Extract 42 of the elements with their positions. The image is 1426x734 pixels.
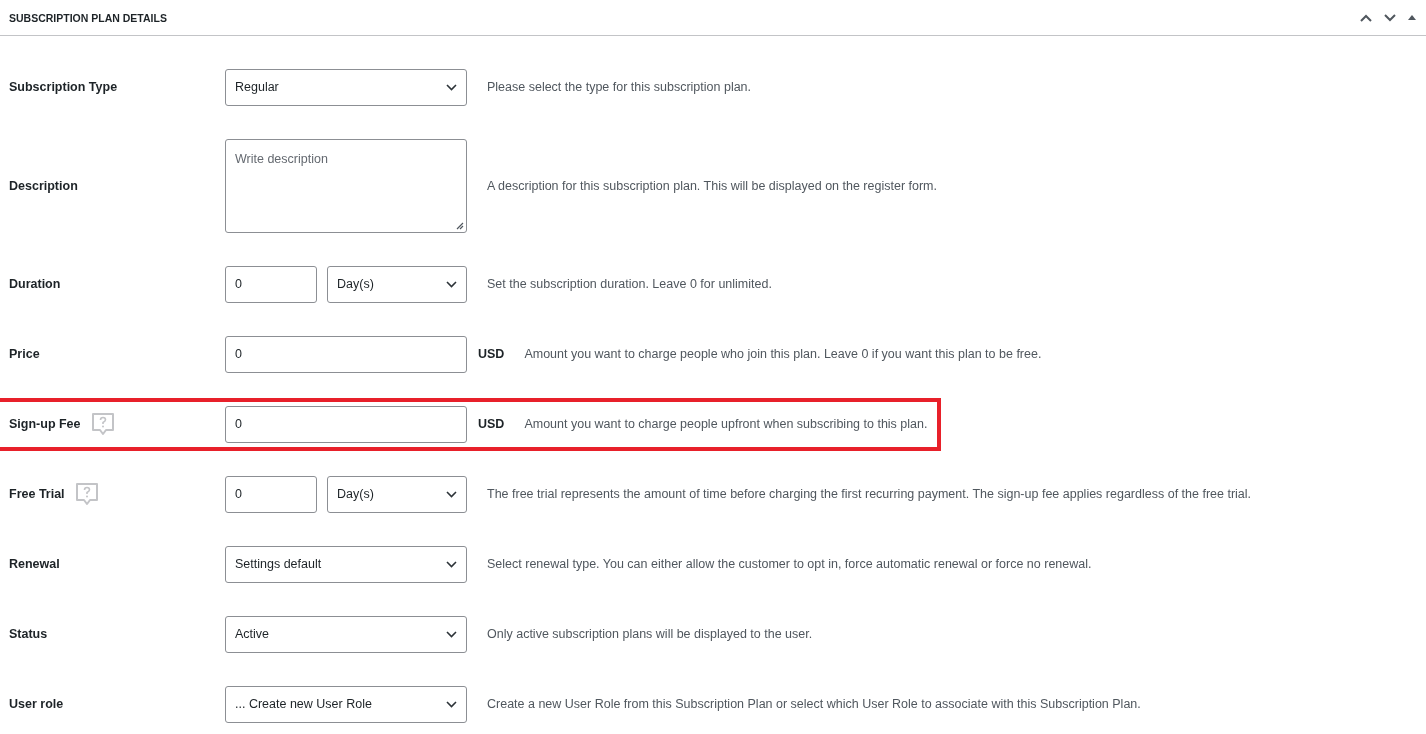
field-label: Status (9, 627, 48, 641)
select-field[interactable]: Active (225, 615, 467, 653)
caret-icon (446, 560, 457, 568)
caret-icon (446, 490, 457, 498)
field-label: Sign-up Fee (9, 417, 81, 431)
field-description: Please select the type for this subscription plan. (487, 80, 752, 94)
number-field[interactable]: 0 (225, 265, 317, 303)
caret-icon (446, 700, 457, 708)
field-label: Free Trial (9, 487, 65, 501)
field-description: Set the subscription duration. Leave 0 for unlimited. (487, 277, 772, 291)
caret-icon (446, 280, 457, 288)
field-label: Description (9, 178, 78, 193)
field-label: Duration (9, 277, 61, 291)
chevron-down-icon[interactable] (1384, 13, 1396, 22)
field-description: The free trial represents the amount of time before charging the first recurring payment. The sign-up fee applies regardless of the free trial. (487, 487, 1252, 501)
caret-icon (446, 83, 457, 91)
panel-title: SUBSCRIPTION PLAN DETAILS (9, 11, 167, 24)
select-field[interactable]: Regular (225, 68, 467, 106)
field-label: Price (9, 347, 40, 361)
field-description: Only active subscription plans will be displayed to the user. (487, 627, 813, 641)
field-label: Renewal (9, 557, 60, 571)
number-field[interactable]: 0 (225, 475, 317, 513)
resize-grip-icon[interactable] (456, 221, 464, 230)
select-field[interactable]: Day(s) (327, 475, 467, 513)
field-description: Create a new User Role from this Subscription Plan or select which User Role to associate with this Subscription Plan. (487, 697, 1141, 711)
select-field[interactable]: ... Create new User Role (225, 685, 467, 723)
field-label: User role (9, 697, 64, 711)
currency-label: USD (478, 417, 505, 431)
collapse-icon[interactable] (1408, 15, 1416, 20)
field-description: A description for this subscription plan. This will be displayed on the register form. (487, 178, 937, 193)
amount-field[interactable]: 0 (225, 335, 467, 373)
currency-label: USD (478, 347, 505, 361)
chevron-up-icon[interactable] (1360, 13, 1372, 22)
field-description: Amount you want to charge people who join this plan. Leave 0 if you want this plan to be free. (524, 347, 1042, 361)
field-description: Select renewal type. You can either allow the customer to opt in, force automatic renewal or force no renewal. (487, 557, 1092, 571)
description-field[interactable]: Write description (225, 138, 467, 233)
field-label: Subscription Type (9, 80, 118, 94)
field-description: Amount you want to charge people upfront when subscribing to this plan. (524, 417, 928, 431)
select-field[interactable]: Settings default (225, 545, 467, 583)
caret-icon (446, 630, 457, 638)
select-field[interactable]: Day(s) (327, 265, 467, 303)
amount-field[interactable]: 0 (225, 405, 467, 443)
